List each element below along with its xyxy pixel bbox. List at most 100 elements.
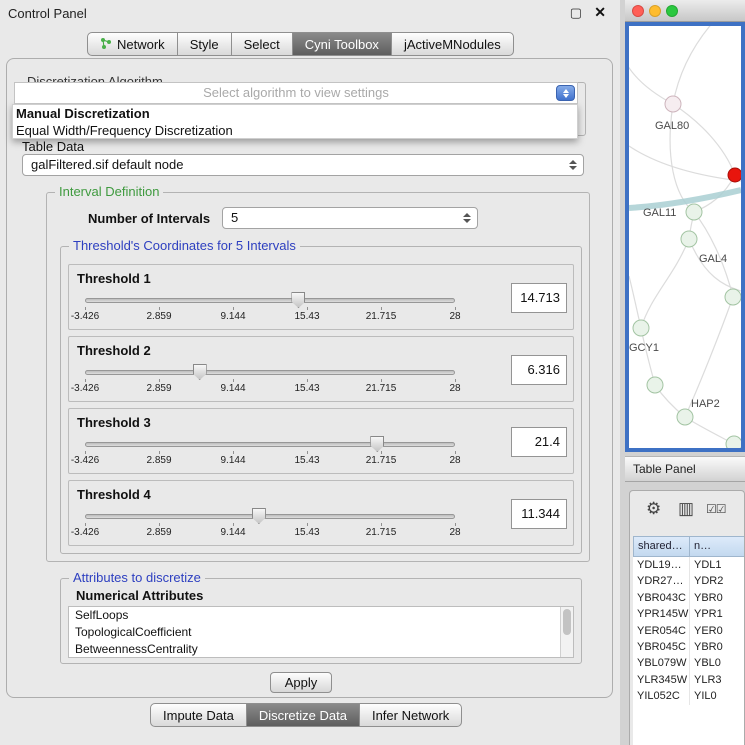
gear-icon[interactable]: ⚙ xyxy=(646,499,661,519)
table-row[interactable]: YER054CYER0 xyxy=(633,623,744,639)
slider-tick xyxy=(307,523,308,526)
dropdown-option-manual-discretization[interactable]: Manual Discretization xyxy=(13,105,577,122)
apply-button[interactable]: Apply xyxy=(270,672,332,693)
slider-tick xyxy=(381,379,382,382)
select-columns-icon[interactable]: ☑☑ xyxy=(706,502,726,516)
table-cell-shared-name[interactable]: YDR27… xyxy=(633,573,690,589)
slider-tick xyxy=(159,379,160,382)
node-hap2[interactable] xyxy=(677,409,693,425)
node-gcy1[interactable] xyxy=(633,320,649,336)
combobox-stepper-icon[interactable] xyxy=(463,213,471,223)
slider-track[interactable] xyxy=(85,514,455,519)
table-cell-name[interactable]: YPR1 xyxy=(690,606,744,622)
minimize-traffic-light[interactable] xyxy=(649,5,661,17)
table-row[interactable]: YIL052CYIL0 xyxy=(633,688,744,704)
number-of-intervals-combobox[interactable]: 5 xyxy=(222,207,478,229)
table-cell-shared-name[interactable]: YLR345W xyxy=(633,672,690,688)
table-row[interactable]: YDR27…YDR2 xyxy=(633,573,744,589)
tab-discretize-data[interactable]: Discretize Data xyxy=(246,703,360,727)
threshold-slider[interactable]: -3.4262.8599.14415.4321.71528 xyxy=(85,433,455,471)
slider-ticks: -3.4262.8599.14415.4321.71528 xyxy=(85,523,455,541)
slider-thumb[interactable] xyxy=(193,364,207,380)
node-gal4[interactable] xyxy=(681,231,697,247)
node[interactable] xyxy=(647,377,663,393)
algorithm-combobox[interactable]: Select algorithm to view settings xyxy=(14,82,578,104)
close-icon[interactable]: ✕ xyxy=(594,4,606,21)
threshold-value-field[interactable]: 21.4 xyxy=(511,427,567,457)
table-row[interactable]: YBR043CYBR0 xyxy=(633,590,744,606)
combobox-stepper-icon[interactable] xyxy=(556,85,575,101)
tab-impute-data[interactable]: Impute Data xyxy=(150,703,247,727)
table-row[interactable]: YPR145WYPR1 xyxy=(633,606,744,622)
threshold-value-field[interactable]: 11.344 xyxy=(511,499,567,529)
table-cell-name[interactable]: YBR0 xyxy=(690,639,744,655)
close-traffic-light[interactable] xyxy=(632,5,644,17)
slider-track[interactable] xyxy=(85,298,455,303)
slider-thumb[interactable] xyxy=(370,436,384,452)
node-attribute-table: shared… n… YDL19…YDL1YDR27…YDR2YBR043CYB… xyxy=(633,536,744,745)
slider-tick xyxy=(455,307,456,310)
slider-tick xyxy=(307,451,308,454)
table-cell-shared-name[interactable]: YDL19… xyxy=(633,557,690,573)
node-gal11[interactable] xyxy=(686,204,702,220)
table-data-combobox[interactable]: galFiltered.sif default node xyxy=(22,154,584,176)
node[interactable] xyxy=(725,289,741,305)
tab-network[interactable]: Network xyxy=(87,32,178,56)
table-row[interactable]: YBL079WYBL0 xyxy=(633,655,744,671)
tab-style[interactable]: Style xyxy=(177,32,232,56)
tab-cyni-toolbox[interactable]: Cyni Toolbox xyxy=(292,32,392,56)
table-cell-shared-name[interactable]: YBR045C xyxy=(633,639,690,655)
tab-infer-network[interactable]: Infer Network xyxy=(359,703,462,727)
table-cell-shared-name[interactable]: YBR043C xyxy=(633,590,690,606)
node-label: GAL4 xyxy=(699,253,727,265)
slider-tick-label: 21.715 xyxy=(366,527,397,538)
group-title: Attributes to discretize xyxy=(69,570,205,585)
table-cell-name[interactable]: YER0 xyxy=(690,623,744,639)
column-header-name[interactable]: n… xyxy=(689,536,745,557)
tab-select[interactable]: Select xyxy=(231,32,293,56)
table-cell-name[interactable]: YDR2 xyxy=(690,573,744,589)
scrollbar-thumb[interactable] xyxy=(563,609,571,635)
node[interactable] xyxy=(726,436,741,448)
threshold-value-field[interactable]: 6.316 xyxy=(511,355,567,385)
scrollbar[interactable] xyxy=(560,607,573,657)
table-row[interactable]: YBR045CYBR0 xyxy=(633,639,744,655)
dropdown-option-equal-width-frequency[interactable]: Equal Width/Frequency Discretization xyxy=(13,122,577,139)
combobox-stepper-icon[interactable] xyxy=(569,160,577,170)
threshold-value-field[interactable]: 14.713 xyxy=(511,283,567,313)
table-cell-shared-name[interactable]: YBL079W xyxy=(633,655,690,671)
list-item[interactable]: BetweennessCentrality xyxy=(69,641,573,658)
columns-icon[interactable]: ▥ xyxy=(678,499,694,519)
slider-thumb[interactable] xyxy=(252,508,266,524)
network-window-titlebar[interactable] xyxy=(625,0,745,22)
threshold-slider[interactable]: -3.4262.8599.14415.4321.71528 xyxy=(85,289,455,327)
list-item[interactable]: TopologicalCoefficient xyxy=(69,624,573,641)
threshold-slider[interactable]: -3.4262.8599.14415.4321.71528 xyxy=(85,505,455,543)
table-cell-name[interactable]: YBL0 xyxy=(690,655,744,671)
table-cell-name[interactable]: YIL0 xyxy=(690,688,744,704)
slider-thumb[interactable] xyxy=(291,292,305,308)
slider-tick xyxy=(85,379,86,382)
table-row[interactable]: YLR345WYLR3 xyxy=(633,672,744,688)
slider-track[interactable] xyxy=(85,442,455,447)
numerical-attributes-list[interactable]: SelfLoops TopologicalCoefficient Between… xyxy=(68,606,574,658)
table-row[interactable]: YDL19…YDL1 xyxy=(633,557,744,573)
table-cell-name[interactable]: YDL1 xyxy=(690,557,744,573)
zoom-traffic-light[interactable] xyxy=(666,5,678,17)
column-header-shared-name[interactable]: shared… xyxy=(633,536,690,557)
node-gal80[interactable] xyxy=(665,96,681,112)
table-cell-shared-name[interactable]: YIL052C xyxy=(633,688,690,704)
list-item[interactable]: SelfLoops xyxy=(69,607,573,624)
threshold-slider[interactable]: -3.4262.8599.14415.4321.71528 xyxy=(85,361,455,399)
tab-jactivemnodules[interactable]: jActiveMNodules xyxy=(391,32,514,56)
algorithm-placeholder: Select algorithm to view settings xyxy=(15,83,577,103)
table-cell-name[interactable]: YBR0 xyxy=(690,590,744,606)
highlighted-edge[interactable] xyxy=(629,190,741,208)
table-cell-name[interactable]: YLR3 xyxy=(690,672,744,688)
table-cell-shared-name[interactable]: YPR145W xyxy=(633,606,690,622)
slider-track[interactable] xyxy=(85,370,455,375)
network-canvas[interactable]: GAL80 GAL11 GAL4 GCY1 HAP2 xyxy=(625,22,745,452)
float-window-icon[interactable]: ▢ xyxy=(570,5,582,21)
table-cell-shared-name[interactable]: YER054C xyxy=(633,623,690,639)
selected-node[interactable] xyxy=(728,168,741,182)
